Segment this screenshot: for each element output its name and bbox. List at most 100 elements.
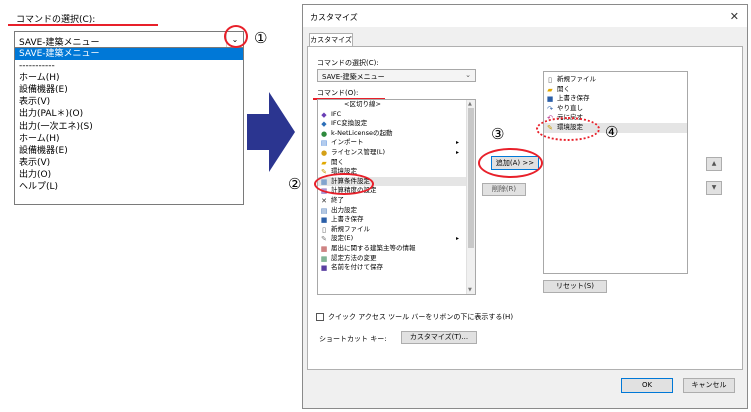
customize-dialog: カスタマイズ ✕ カスタマイズ コマンドの選択(C): SAVE-建築メニュー … (302, 4, 748, 409)
dropdown-option[interactable]: ホーム(H) (15, 72, 243, 84)
move-up-button[interactable]: ▲ (706, 157, 722, 171)
list-item[interactable]: ■ 上書き保存 (544, 94, 687, 104)
highlight-circle (478, 148, 543, 178)
scroll-up-icon[interactable]: ▲ (468, 101, 472, 107)
open-folder-icon: ▰ (321, 158, 327, 167)
license-launch-icon: ● (320, 129, 328, 138)
list-item[interactable]: ● k-NetLicenseの起動 (318, 129, 475, 139)
submenu-arrow-icon: ▸ (455, 235, 459, 243)
list-item-label: 上書き保存 (557, 94, 590, 103)
right-arrow-icon (247, 92, 295, 172)
quick-access-list[interactable]: ▯ 新規ファイル ▰ 開く ■ 上書き保存 ↷ やり直し ↶ 元に戻す ✎ 環境設定 (543, 71, 688, 274)
open-folder-icon: ▰ (547, 85, 553, 94)
list-item-label: 新規ファイル (331, 224, 370, 233)
step-number-1: ① (254, 29, 268, 47)
remove-button[interactable]: 削除(R) (482, 183, 526, 196)
list-item-label: IFC変換設定 (331, 119, 368, 128)
list-item[interactable]: ◆ IFC変換設定 (318, 119, 475, 129)
list-item[interactable]: ▦ 届出に関する建築主等の情報 (318, 244, 475, 254)
save-icon: ■ (546, 95, 554, 104)
customize-shortcut-button[interactable]: カスタマイズ(T)... (401, 331, 477, 344)
dialog-titlebar: カスタマイズ ✕ (303, 5, 747, 27)
dropdown-option[interactable]: 出力(PAL＊)(O) (15, 108, 243, 120)
show-below-ribbon-checkbox[interactable] (316, 313, 324, 321)
shortcut-label: ショートカット キー: (319, 335, 387, 343)
save-as-icon: ■ (320, 264, 328, 273)
scrollbar-thumb[interactable] (468, 108, 474, 248)
list-item[interactable]: ◆ IFC (318, 110, 475, 120)
dropdown-option[interactable]: SAVE-建築メニュー (15, 48, 243, 61)
dropdown-option[interactable]: ヘルプ(L) (15, 181, 243, 193)
method-change-icon: ▦ (320, 254, 328, 263)
list-item-label: やり直し (557, 103, 583, 112)
new-file-icon: ▯ (548, 76, 552, 84)
ok-button[interactable]: OK (621, 378, 673, 393)
dropdown-option[interactable]: 表示(V) (15, 157, 243, 169)
cancel-button[interactable]: キャンセル (683, 378, 735, 393)
settings-menu-icon: ✎ (321, 235, 327, 244)
list-item[interactable]: ▯ 新規ファイル (318, 225, 475, 235)
step-number-2: ② (288, 175, 302, 193)
highlight-circle (224, 25, 248, 48)
chevron-down-icon[interactable]: ⌄ (465, 71, 471, 79)
list-item-label: <区切り線> (344, 100, 381, 108)
close-icon[interactable]: ✕ (730, 10, 739, 23)
dropdown-option[interactable]: 設備機器(E) (15, 145, 243, 157)
list-item[interactable]: ● ライセンス管理(L) ▸ (318, 148, 475, 158)
list-item-label: 終了 (331, 195, 344, 204)
import-icon: ▤ (320, 139, 328, 148)
dropdown-option[interactable]: ホーム(H) (15, 133, 243, 145)
list-item[interactable]: ✕ 終了 (318, 196, 475, 206)
highlight-circle (314, 173, 374, 195)
list-item-label: インポート (331, 138, 364, 147)
dialog-title: カスタマイズ (310, 13, 358, 22)
list-item-label: 新規ファイル (557, 75, 596, 83)
list-item-label: k-NetLicenseの起動 (331, 128, 393, 137)
list-item-label: 出力設定 (331, 205, 357, 214)
combo-value: SAVE-建築メニュー (19, 38, 100, 48)
list-item[interactable]: ✎ 設定(E) ▸ (318, 234, 475, 244)
ifc-settings-icon: ◆ (321, 120, 327, 129)
command-select-dropdown[interactable]: SAVE-建築メニュー ----------- ホーム(H) 設備機器(E) 表示(V)… (14, 48, 244, 205)
list-item[interactable]: ■ 名前を付けて保存 (318, 263, 475, 273)
list-item[interactable]: ↷ やり直し (544, 104, 687, 114)
tab-customize[interactable]: カスタマイズ (309, 33, 353, 47)
dropdown-option[interactable]: ----------- (15, 60, 243, 72)
exit-icon: ✕ (321, 196, 327, 205)
dropdown-option[interactable]: 出力(O) (15, 169, 243, 181)
commands-label: コマンド(O): (317, 89, 359, 97)
dropdown-option[interactable]: 表示(V) (15, 96, 243, 108)
submenu-arrow-icon: ▸ (455, 139, 459, 147)
command-select-combo[interactable]: SAVE-建築メニュー ⌄ (14, 31, 244, 48)
list-item-label: 届出に関する建築主等の情報 (331, 243, 416, 252)
combo-value: SAVE-建築メニュー (322, 73, 385, 81)
list-item-label: 名前を付けて保存 (331, 263, 383, 272)
commands-list[interactable]: <区切り線> ◆ IFC ◆ IFC変換設定 ● k-NetLicenseの起動 ▤ インポート… (317, 99, 476, 295)
command-select-combo[interactable]: SAVE-建築メニュー ⌄ (317, 69, 476, 82)
list-item-label: 設定(E) (331, 234, 354, 243)
command-select-label: コマンドの選択(C): (317, 59, 379, 67)
list-item[interactable]: <区切り線> (318, 100, 475, 110)
list-item[interactable]: ▯ 新規ファイル (544, 75, 687, 85)
list-item-label: 開く (331, 157, 344, 166)
step-number-3: ③ (491, 125, 505, 143)
scroll-down-icon[interactable]: ▼ (468, 287, 472, 293)
redo-icon: ↷ (547, 104, 553, 113)
title-underline (8, 24, 158, 26)
list-item[interactable]: ▰ 開く (318, 158, 475, 168)
list-item[interactable]: ▤ 出力設定 (318, 206, 475, 216)
scrollbar[interactable]: ▲ ▼ (466, 100, 475, 294)
dropdown-option[interactable]: 出力(一次エネ)(S) (15, 121, 243, 133)
list-item[interactable]: ▤ インポート ▸ (318, 138, 475, 148)
reset-button[interactable]: リセット(S) (543, 280, 607, 293)
list-item-label: 認定方法の変更 (331, 253, 377, 262)
list-item[interactable]: ▦ 認定方法の変更 (318, 254, 475, 264)
submenu-arrow-icon: ▸ (455, 148, 459, 156)
list-item[interactable]: ▰ 開く (544, 85, 687, 95)
list-item-label: ライセンス管理(L) (331, 147, 386, 156)
checkbox-label: クイック アクセス ツール バーをリボンの下に表示する(H) (328, 313, 514, 321)
dropdown-option[interactable]: 設備機器(E) (15, 84, 243, 96)
list-item-label: 上書き保存 (331, 215, 364, 224)
list-item[interactable]: ■ 上書き保存 (318, 215, 475, 225)
move-down-button[interactable]: ▼ (706, 181, 722, 195)
